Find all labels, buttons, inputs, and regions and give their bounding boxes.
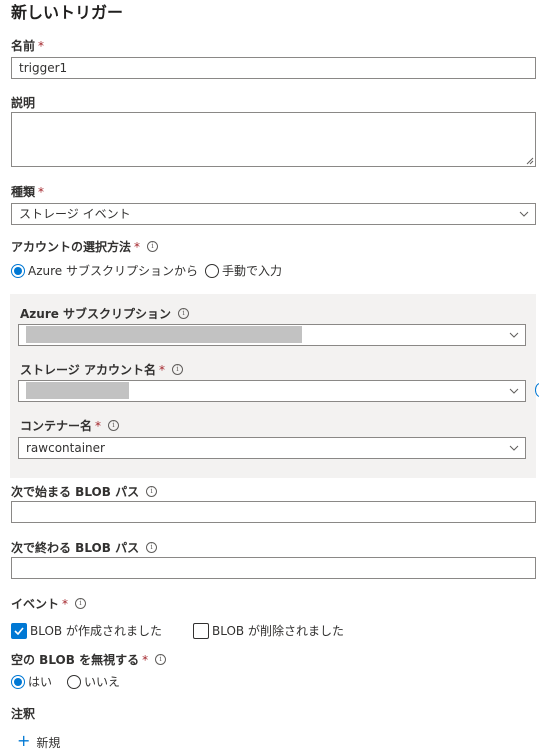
storage-account-label: ストレージ アカウント名 * i [20, 362, 183, 378]
description-label: 説明 [11, 96, 36, 110]
chevron-down-icon [509, 388, 519, 394]
event-blob-created[interactable]: BLOB が作成されました [11, 622, 162, 639]
storage-account-dropdown[interactable] [18, 380, 526, 402]
info-icon[interactable]: i [178, 308, 190, 319]
radio-option-yes[interactable]: はい [11, 673, 52, 690]
radio-option-from-subscription[interactable]: Azure サブスクリプションから [11, 262, 198, 279]
radio-button[interactable] [205, 263, 219, 278]
ignore-empty-label: 空の BLOB を無視する * i [11, 652, 167, 668]
info-icon[interactable]: i [108, 420, 120, 431]
checkbox-label: BLOB が削除されました [212, 623, 344, 638]
info-icon[interactable]: i [75, 598, 87, 609]
container-label: コンテナー名 * i [20, 418, 120, 434]
required-marker: * [142, 653, 149, 667]
page-title: 新しいトリガー [11, 3, 124, 22]
new-annotation-button[interactable]: + 新規 [17, 733, 60, 751]
blob-ends-input[interactable] [11, 557, 536, 579]
radio-button-selected[interactable] [11, 263, 25, 278]
info-icon[interactable]: i [146, 486, 158, 497]
type-label: 種類 * [11, 185, 45, 199]
radio-option-label: 手動で入力 [222, 263, 283, 278]
azure-subscription-dropdown[interactable] [18, 324, 526, 346]
required-marker: * [134, 240, 141, 254]
description-textarea[interactable] [11, 112, 536, 167]
blob-begins-input[interactable] [11, 501, 536, 523]
name-input[interactable]: trigger1 [11, 57, 536, 79]
radio-option-label: はい [28, 674, 53, 689]
event-blob-deleted[interactable]: BLOB が削除されました [193, 622, 344, 639]
redacted-value [26, 382, 129, 399]
chevron-down-icon [509, 445, 519, 451]
blob-begins-label: 次で始まる BLOB パス i [11, 484, 158, 500]
checkbox-label: BLOB が作成されました [30, 623, 162, 638]
type-dropdown-value: ストレージ イベント [19, 207, 131, 221]
info-icon[interactable]: i [155, 654, 167, 665]
radio-button-selected[interactable] [11, 674, 25, 689]
required-marker: * [158, 363, 165, 377]
azure-subscription-label: Azure サブスクリプション i [20, 306, 190, 322]
new-annotation-label: 新規 [36, 735, 61, 750]
required-marker: * [62, 597, 69, 611]
chevron-down-icon [519, 211, 529, 217]
radio-option-no[interactable]: いいえ [67, 673, 120, 690]
refresh-icon[interactable] [535, 383, 539, 397]
info-icon[interactable]: i [171, 364, 183, 375]
container-dropdown[interactable]: rawcontainer [18, 437, 526, 459]
type-dropdown[interactable]: ストレージ イベント [11, 203, 536, 225]
plus-icon: + [17, 731, 31, 750]
required-marker: * [95, 419, 102, 433]
radio-option-manual[interactable]: 手動で入力 [205, 262, 282, 279]
info-icon[interactable]: i [146, 542, 158, 553]
radio-option-label: いいえ [84, 674, 121, 689]
resize-grip-icon[interactable] [526, 157, 534, 165]
radio-button[interactable] [67, 674, 81, 689]
radio-option-label: Azure サブスクリプションから [28, 263, 198, 278]
container-value: rawcontainer [26, 441, 105, 455]
name-label: 名前 * [11, 39, 45, 53]
checkbox-checked[interactable] [11, 622, 27, 639]
checkmark-icon [14, 626, 24, 635]
annotations-label: 注釈 [11, 707, 36, 721]
redacted-value [26, 326, 302, 343]
required-marker: * [38, 185, 45, 199]
info-icon[interactable]: i [147, 241, 159, 252]
chevron-down-icon [509, 332, 519, 338]
checkbox[interactable] [193, 622, 209, 639]
account-selection-label: アカウントの選択方法 * i [11, 239, 159, 255]
blob-ends-label: 次で終わる BLOB パス i [11, 540, 158, 556]
events-label: イベント * i [11, 596, 87, 612]
required-marker: * [38, 39, 45, 53]
